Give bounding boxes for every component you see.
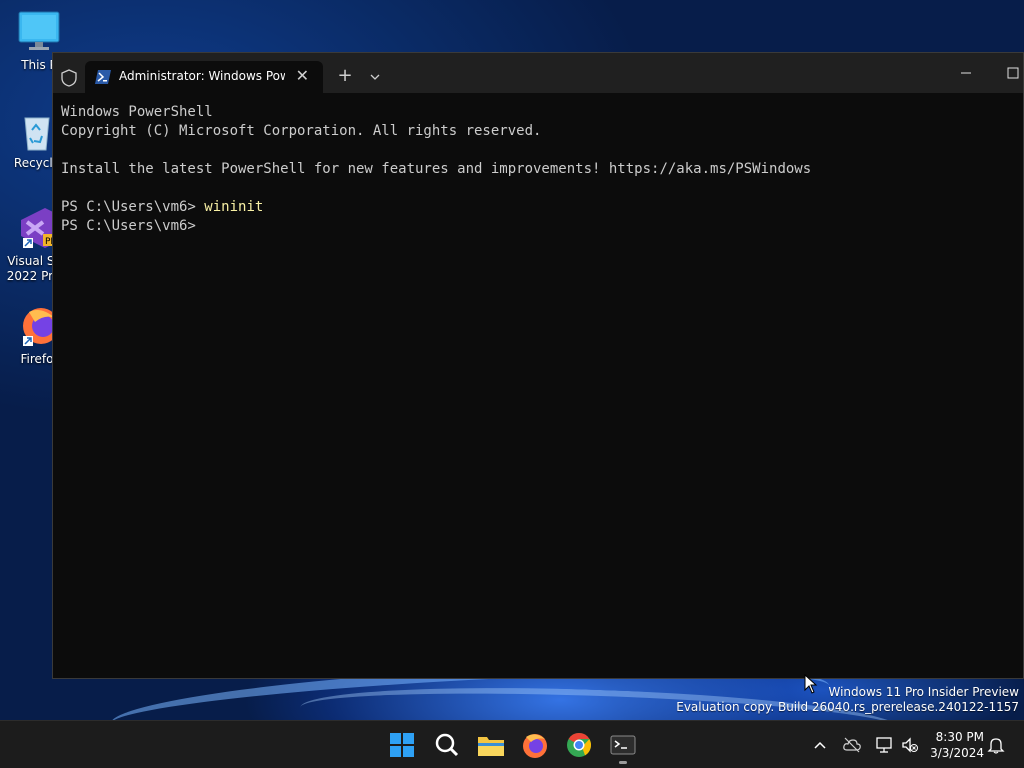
watermark-line: Evaluation copy. Build 26040.rs_prerelea… xyxy=(676,700,1019,714)
firefox-icon[interactable] xyxy=(519,729,551,761)
cloud-offline-icon[interactable] xyxy=(842,735,862,755)
command-text: wininit xyxy=(204,199,264,215)
powershell-icon xyxy=(95,70,111,84)
search-icon[interactable] xyxy=(431,729,463,761)
taskbar: 8:30 PM 3/3/2024 xyxy=(0,720,1024,768)
clock-date: 3/3/2024 xyxy=(930,746,984,760)
clock[interactable]: 8:30 PM 3/3/2024 xyxy=(924,729,984,761)
terminal-icon[interactable] xyxy=(607,729,639,761)
console-line: Install the latest PowerShell for new fe… xyxy=(61,161,812,177)
prompt: PS C:\Users\vm6> xyxy=(61,218,196,234)
clock-time: 8:30 PM xyxy=(935,730,984,744)
tab-close-button[interactable]: ✕ xyxy=(296,66,309,85)
admin-shield-icon xyxy=(61,69,77,87)
tab-title: Administrator: Windows Powe xyxy=(119,69,285,83)
evaluation-watermark: Windows 11 Pro Insider Preview Evaluatio… xyxy=(676,685,1019,715)
chrome-icon[interactable] xyxy=(563,729,595,761)
active-app-indicator xyxy=(619,761,627,764)
title-bar[interactable]: Administrator: Windows Powe ✕ + xyxy=(53,53,1023,93)
watermark-line: Windows 11 Pro Insider Preview xyxy=(828,685,1019,699)
new-tab-button[interactable]: + xyxy=(333,65,357,89)
terminal-tab[interactable]: Administrator: Windows Powe ✕ xyxy=(85,61,323,93)
console-line: Windows PowerShell xyxy=(61,104,213,120)
prompt: PS C:\Users\vm6> xyxy=(61,199,205,215)
start-icon[interactable] xyxy=(386,729,418,761)
mouse-pointer-icon xyxy=(804,674,818,694)
notification-bell-icon[interactable] xyxy=(986,735,1006,755)
file-explorer-icon[interactable] xyxy=(475,729,507,761)
volume-muted-icon[interactable] xyxy=(900,735,920,755)
chevron-up-icon[interactable] xyxy=(810,735,830,755)
console-line: Copyright (C) Microsoft Corporation. All… xyxy=(61,123,542,139)
monitor-icon xyxy=(17,10,61,54)
network-icon[interactable] xyxy=(874,735,894,755)
terminal-window[interactable]: Administrator: Windows Powe ✕ + Windows … xyxy=(52,52,1024,679)
chevron-down-icon[interactable] xyxy=(363,65,387,89)
maximize-button[interactable] xyxy=(1001,63,1024,83)
minimize-button[interactable] xyxy=(953,63,979,83)
console-output[interactable]: Windows PowerShell Copyright (C) Microso… xyxy=(61,103,1015,670)
